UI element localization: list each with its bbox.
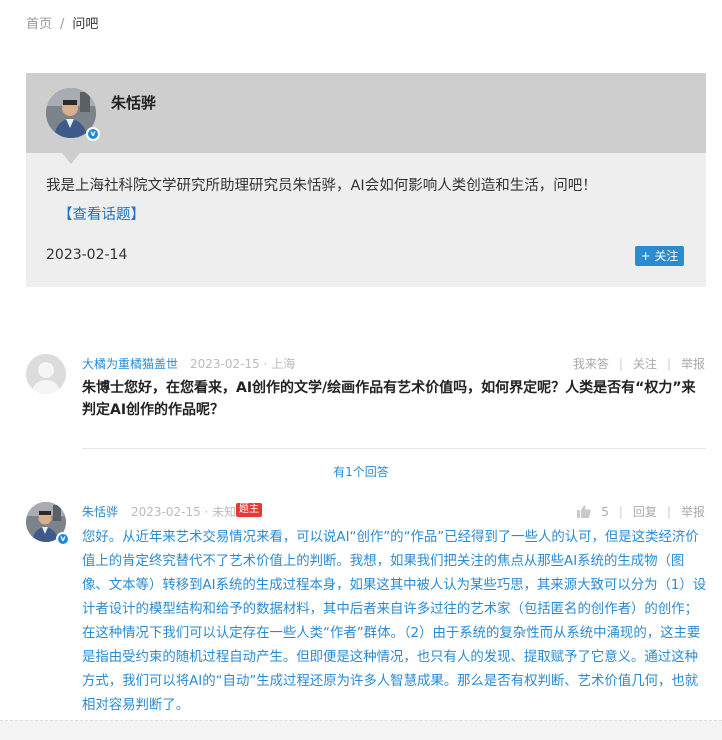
answer-actions: 5 | 回复 | 举报 — [577, 503, 705, 520]
breadcrumb-separator: / — [60, 17, 65, 32]
like-button[interactable]: 5 — [577, 505, 609, 519]
question-username[interactable]: 大橘为重橘猫盖世 — [82, 355, 178, 372]
verified-badge-icon: v — [86, 127, 100, 141]
answer-meta: 2023-02-15 · 未知 — [131, 505, 237, 519]
answer-username[interactable]: 朱恬骅 — [82, 503, 118, 520]
host-name[interactable]: 朱恬骅 — [111, 92, 156, 113]
view-topic-link[interactable]: 【查看话题】 — [58, 203, 145, 224]
divider — [82, 448, 706, 449]
follow-question-link[interactable]: 关注 — [633, 357, 657, 371]
breadcrumb-home-link[interactable]: 首页 — [26, 17, 52, 32]
report-answer-link[interactable]: 举报 — [681, 503, 705, 520]
host-intro: 我是上海社科院文学研究所助理研究员朱恬骅，AI会如何影响人类创造和生活，问吧！ — [46, 178, 597, 194]
report-question-link[interactable]: 举报 — [681, 357, 705, 371]
host-card-pointer — [62, 153, 80, 164]
host-card-header — [26, 73, 706, 153]
host-date: 2023-02-14 — [46, 247, 128, 263]
default-avatar-icon — [26, 354, 66, 394]
answer-count[interactable]: 有1个回答 — [0, 463, 722, 480]
answer-text: 您好。从近年来艺术交易情况来看，可以说AI“创作”的“作品”已经得到了一些人的认… — [82, 530, 707, 713]
host-tag-badge: 题主 — [236, 503, 262, 517]
host-card: v 朱恬骅 我是上海社科院文学研究所助理研究员朱恬骅，AI会如何影响人类创造和生… — [26, 73, 706, 287]
breadcrumb-current: 问吧 — [72, 17, 99, 32]
reply-link[interactable]: 回复 — [633, 503, 657, 520]
question-actions: 我来答 | 关注 | 举报 — [572, 357, 705, 371]
question-text: 朱博士您好，在您看来，AI创作的文学/绘画作品有艺术价值吗，如何界定呢？人类是否… — [82, 380, 696, 418]
verified-badge-icon: v — [56, 532, 70, 546]
breadcrumb: 首页 / 问吧 — [26, 13, 98, 32]
footer-strip — [0, 720, 722, 740]
thumbs-up-icon — [577, 505, 591, 518]
question-meta: 2023-02-15 · 上海 — [190, 357, 296, 371]
follow-button[interactable]: + 关注 — [635, 246, 684, 266]
answer-question-link[interactable]: 我来答 — [573, 357, 609, 371]
question-user-avatar[interactable] — [26, 354, 66, 394]
like-count: 5 — [601, 504, 609, 519]
